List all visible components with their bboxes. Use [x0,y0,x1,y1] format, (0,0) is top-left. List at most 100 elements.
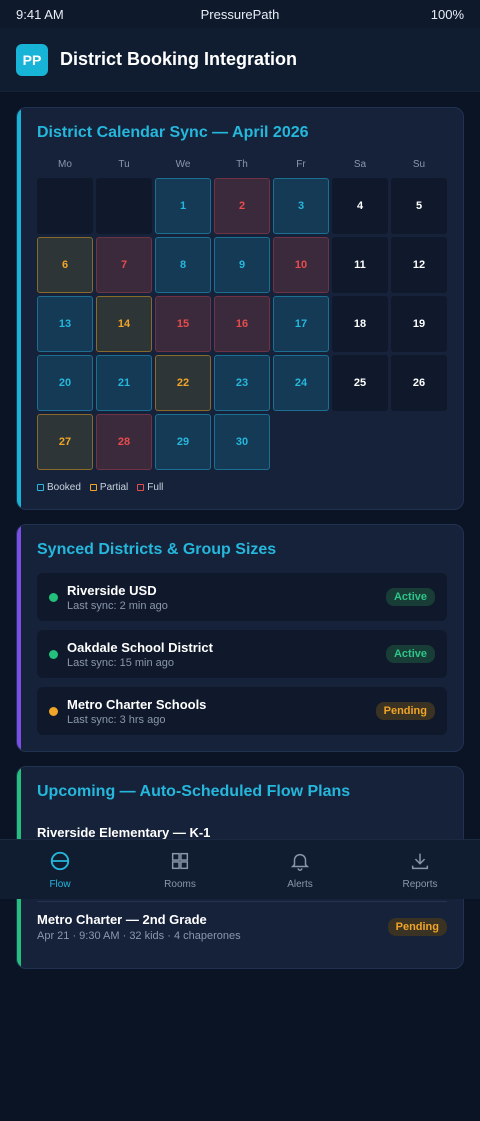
nav-tab-alerts[interactable]: Alerts [240,840,360,899]
plan-name: Riverside Elementary — K-1 [37,825,211,840]
plan-name: Metro Charter — 2nd Grade [37,912,207,927]
district-row[interactable]: Riverside USD Last sync: 2 min ago Active [37,573,447,621]
weekday-label: Tu [118,159,130,170]
calendar-day-1[interactable]: 1 [155,178,211,234]
app-logo: PP [16,43,48,76]
calendar-day-23[interactable]: 23 [214,355,270,411]
plan-status-badge: Pending [387,918,447,936]
status-dot-icon [49,649,58,659]
calendar-day-22[interactable]: 22 [155,355,211,411]
calendar-day-30[interactable]: 30 [214,414,270,470]
calendar-day-26[interactable]: 26 [391,355,447,411]
status-dot-icon [49,592,58,602]
district-name: Riverside USD [67,582,157,598]
calendar-day-13[interactable]: 13 [37,296,93,352]
nav-tab-label: Rooms [164,878,196,890]
nav-tab-flow[interactable]: Flow [0,840,120,899]
calendar-day-12[interactable]: 12 [391,237,447,293]
calendar-day-16[interactable]: 16 [214,296,270,352]
calendar-day-10[interactable]: 10 [273,237,329,293]
bottom-nav: Flow Rooms Alerts Reports [0,839,480,899]
partial-swatch-icon [89,484,97,491]
district-last-sync: Last sync: 3 hrs ago [67,713,166,726]
upcoming-title: Upcoming — Auto-Scheduled Flow Plans [37,783,351,800]
nav-tab-rooms[interactable]: Rooms [120,840,240,899]
calendar-day-5[interactable]: 5 [391,178,447,234]
nav-tab-label: Alerts [287,878,313,890]
bell-icon [289,850,311,875]
calendar-grid: 1 2 3 4 5 6 7 8 9 10 11 12 13 14 15 16 17 18 19 20 21 22 23 24 2… [37,178,447,470]
calendar-weekday-row: Mo Tu We Th Fr Sa Su [37,156,447,174]
legend-booked: Booked [37,482,81,493]
weekday-label: Mo [58,159,72,170]
full-swatch-icon [137,484,145,491]
nav-tab-reports[interactable]: Reports [360,840,480,899]
calendar-day-21[interactable]: 21 [96,355,152,411]
legend-partial-label: Partial [99,482,129,493]
weekday-label: We [175,159,191,170]
calendar-day-20[interactable]: 20 [37,355,93,411]
calendar-day-3[interactable]: 3 [273,178,329,234]
calendar-day-11[interactable]: 11 [332,237,388,293]
legend-full: Full [137,482,163,493]
district-info: Oakdale School District Last sync: 15 min… [67,640,386,669]
calendar-day-28[interactable]: 28 [96,414,152,470]
weekday-label: Fr [296,159,306,170]
nav-tab-label: Flow [49,878,71,890]
plan-row[interactable]: Metro Charter — 2nd Grade Apr 21 · 9:30 A… [37,902,447,952]
status-time: 9:41 AM [16,6,64,22]
district-row[interactable]: Oakdale School District Last sync: 15 min… [37,630,447,678]
calendar-day-empty [96,178,152,234]
download-icon [409,850,431,875]
calendar-day-4[interactable]: 4 [332,178,388,234]
calendar-day-14[interactable]: 14 [96,296,152,352]
calendar-title: District Calendar Sync — April 2026 [37,124,309,141]
plan-details: Apr 21 · 9:30 AM · 32 kids · 4 chaperone… [37,930,241,942]
main-content: District Calendar Sync — April 2026 Mo Tu… [0,92,480,1121]
calendar-day-6[interactable]: 6 [37,237,93,293]
calendar-legend: Booked Partial Full [37,482,447,493]
district-status-badge: Active [385,645,435,663]
calendar-day-15[interactable]: 15 [155,296,211,352]
legend-partial: Partial [89,482,129,493]
status-bar: 9:41 AM PressurePath 100% [0,0,480,28]
weekday-label: Su [412,159,426,170]
district-name: Metro Charter Schools [67,696,207,712]
calendar-day-7[interactable]: 7 [96,237,152,293]
calendar-day-27[interactable]: 27 [37,414,93,470]
calendar-day-9[interactable]: 9 [214,237,270,293]
flow-icon [49,850,71,875]
page-title: District Booking Integration [60,49,298,69]
district-last-sync: Last sync: 15 min ago [67,656,175,669]
nav-tab-label: Reports [402,878,438,890]
district-info: Metro Charter Schools Last sync: 3 hrs ag… [67,697,376,726]
calendar-day-8[interactable]: 8 [155,237,211,293]
weekday-label: Th [236,159,248,170]
status-carrier: PressurePath [200,6,280,22]
districts-card: Synced Districts & Group Sizes Riverside… [16,524,464,752]
weekday-label: Sa [353,159,367,170]
calendar-day-25[interactable]: 25 [332,355,388,411]
calendar-day-2[interactable]: 2 [214,178,270,234]
legend-full-label: Full [147,482,164,493]
calendar-day-17[interactable]: 17 [273,296,329,352]
district-last-sync: Last sync: 2 min ago [67,599,168,612]
calendar-day-29[interactable]: 29 [155,414,211,470]
district-info: Riverside USD Last sync: 2 min ago [67,583,386,612]
districts-title: Synced Districts & Group Sizes [37,541,277,558]
calendar-card: District Calendar Sync — April 2026 Mo Tu… [16,107,464,510]
plan-info: Metro Charter — 2nd Grade Apr 21 · 9:30 A… [37,912,388,942]
district-list: Riverside USD Last sync: 2 min ago Active O… [37,573,447,735]
status-battery: 100% [430,6,464,22]
district-status-badge: Active [385,588,435,606]
legend-booked-label: Booked [47,482,81,493]
calendar-day-24[interactable]: 24 [273,355,329,411]
status-dot-icon [49,706,58,716]
district-row[interactable]: Metro Charter Schools Last sync: 3 hrs ag… [37,687,447,735]
calendar-day-empty [37,178,93,234]
plan-info: Riverside Elementary — K-1 [37,825,447,840]
booked-swatch-icon [37,484,44,491]
app-header: PP District Booking Integration [0,28,480,92]
calendar-day-19[interactable]: 19 [391,296,447,352]
calendar-day-18[interactable]: 18 [332,296,388,352]
